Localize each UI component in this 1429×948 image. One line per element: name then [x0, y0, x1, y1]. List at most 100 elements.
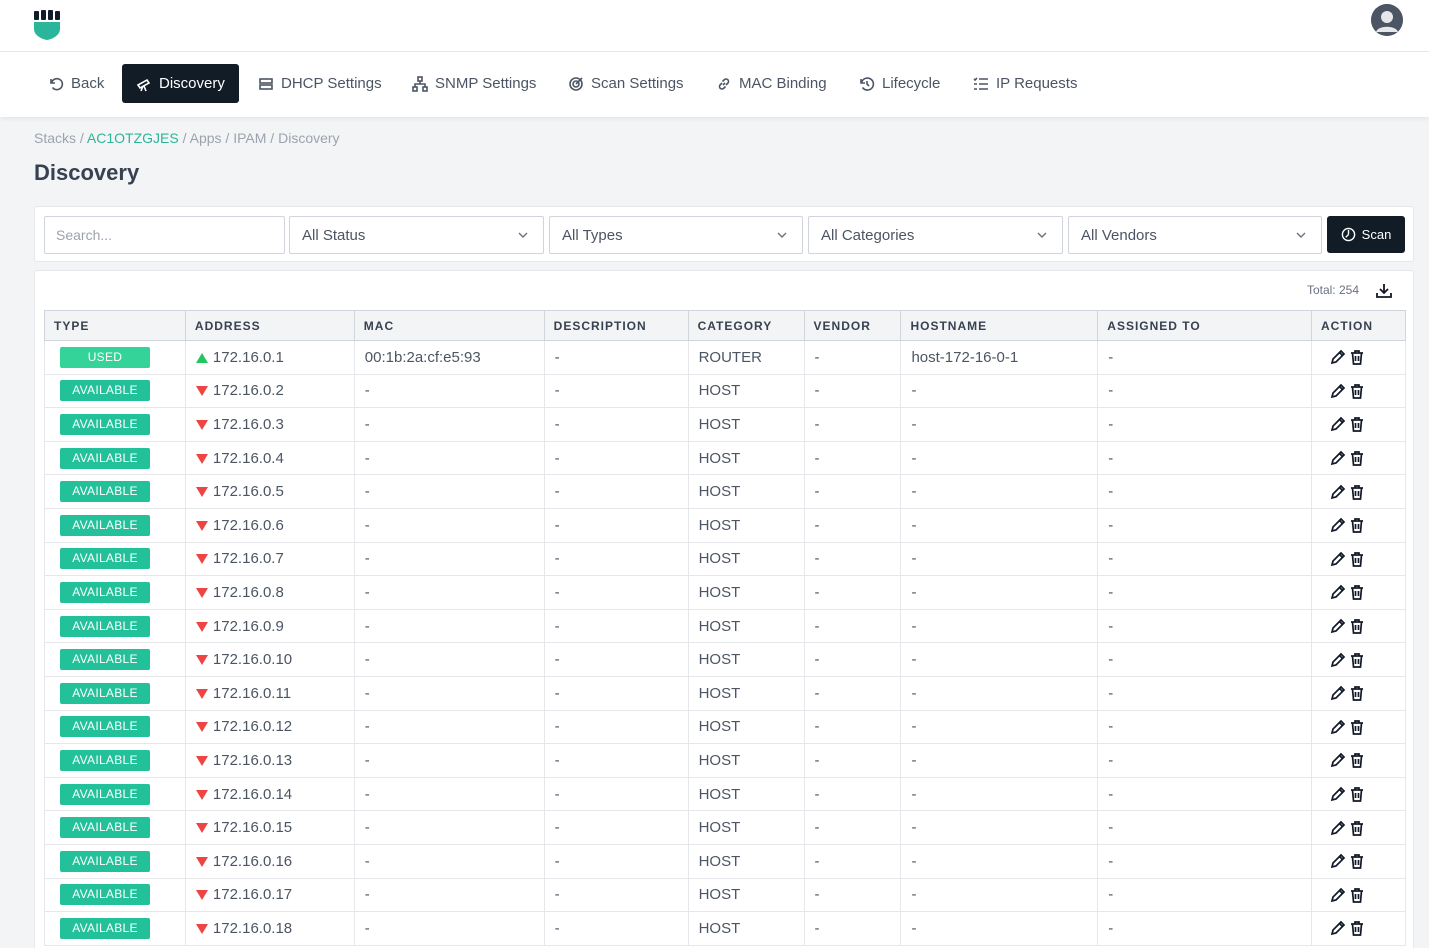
edit-icon[interactable] — [1330, 349, 1346, 365]
table-row[interactable]: AVAILABLE 172.16.0.17- - HOST - - - — [44, 877, 1407, 913]
breadcrumb-ipam[interactable]: IPAM — [233, 130, 266, 146]
categories-select[interactable]: All Categories — [808, 216, 1063, 254]
edit-icon[interactable] — [1330, 416, 1346, 432]
mac-cell: - — [353, 675, 545, 711]
vendors-select[interactable]: All Vendors — [1068, 216, 1322, 254]
column-header-hostname[interactable]: HOSTNAME — [900, 310, 1099, 341]
nav-mac-binding-tab[interactable]: MAC Binding — [704, 64, 839, 103]
table-row[interactable]: AVAILABLE 172.16.0.11- - HOST - - - — [44, 675, 1407, 711]
action-cell — [1310, 440, 1407, 476]
nav-label: Scan Settings — [591, 75, 684, 92]
edit-icon[interactable] — [1330, 820, 1346, 836]
table-row[interactable]: AVAILABLE 172.16.0.7- - HOST - - - — [44, 541, 1407, 577]
trash-icon[interactable] — [1349, 416, 1365, 433]
breadcrumb-stack-id[interactable]: AC1OTZGJES — [87, 130, 179, 146]
nav-back-button[interactable]: Back — [36, 64, 116, 103]
edit-icon[interactable] — [1330, 853, 1346, 869]
nav-dhcp-settings-tab[interactable]: DHCP Settings — [246, 64, 394, 103]
edit-icon[interactable] — [1330, 685, 1346, 701]
column-header-assigned-to[interactable]: ASSIGNED TO — [1097, 310, 1312, 341]
mac-cell: - — [353, 642, 545, 677]
assigned-to-cell: - — [1097, 373, 1312, 409]
type-cell: AVAILABLE — [44, 407, 186, 442]
radar-icon — [569, 76, 583, 91]
types-select[interactable]: All Types — [549, 216, 803, 254]
edit-icon[interactable] — [1330, 719, 1346, 735]
table-row[interactable]: AVAILABLE 172.16.0.15- - HOST - - - — [44, 810, 1407, 845]
edit-icon[interactable] — [1330, 450, 1346, 466]
table-row[interactable]: AVAILABLE 172.16.0.13- - HOST - - - — [44, 743, 1407, 778]
nav-lifecycle-tab[interactable]: Lifecycle — [847, 64, 952, 103]
column-header-address[interactable]: ADDRESS — [184, 310, 355, 341]
table-row[interactable]: AVAILABLE 172.16.0.5- - HOST - - - — [44, 474, 1407, 509]
type-cell: AVAILABLE — [44, 709, 186, 745]
table-row[interactable]: USED 172.16.0.1 00:1b:2a:cf:e5:93- ROUTER - h… — [44, 340, 1407, 375]
trash-icon[interactable] — [1349, 517, 1365, 534]
nav-ip-requests-tab[interactable]: IP Requests — [961, 64, 1089, 103]
status-down-icon — [195, 453, 208, 464]
table-row[interactable]: AVAILABLE 172.16.0.3- - HOST - - - — [44, 407, 1407, 442]
trash-icon[interactable] — [1349, 349, 1365, 366]
edit-icon[interactable] — [1330, 786, 1346, 802]
table-row[interactable]: AVAILABLE 172.16.0.14- - HOST - - - — [44, 776, 1407, 812]
table-row[interactable]: AVAILABLE 172.16.0.16- - HOST - - - — [44, 843, 1407, 879]
column-header-vendor[interactable]: VENDOR — [803, 310, 902, 341]
table-row[interactable]: AVAILABLE 172.16.0.10- - HOST - - - — [44, 642, 1407, 677]
trash-icon[interactable] — [1349, 786, 1365, 802]
action-cell — [1310, 810, 1407, 845]
mac-cell: - — [353, 911, 545, 946]
trash-icon[interactable] — [1349, 887, 1365, 903]
trash-icon[interactable] — [1349, 450, 1365, 466]
table-row[interactable]: AVAILABLE 172.16.0.9- - HOST - - - — [44, 608, 1407, 644]
table-row[interactable]: AVAILABLE 172.16.0.18- - HOST - - - — [44, 911, 1407, 946]
nav-discovery-tab[interactable]: Discovery — [122, 64, 239, 103]
status-select[interactable]: All Status — [289, 216, 544, 254]
trash-icon[interactable] — [1349, 484, 1365, 500]
trash-icon[interactable] — [1349, 584, 1365, 601]
edit-icon[interactable] — [1330, 383, 1346, 399]
table-row[interactable]: AVAILABLE 172.16.0.2- - HOST - - - — [44, 373, 1407, 409]
nav-scan-settings-tab[interactable]: Scan Settings — [556, 64, 696, 103]
edit-icon[interactable] — [1330, 920, 1346, 936]
edit-icon[interactable] — [1330, 887, 1346, 903]
status-down-icon — [195, 487, 208, 498]
category-cell: HOST — [687, 776, 805, 812]
trash-icon[interactable] — [1349, 652, 1365, 668]
edit-icon[interactable] — [1330, 584, 1346, 600]
user-avatar[interactable] — [1371, 4, 1403, 36]
trash-icon[interactable] — [1349, 920, 1365, 937]
edit-icon[interactable] — [1330, 652, 1346, 668]
address-cell: 172.16.0.7 — [184, 541, 355, 577]
edit-icon[interactable] — [1330, 752, 1346, 768]
breadcrumb-stacks[interactable]: Stacks — [34, 130, 76, 146]
table-row[interactable]: AVAILABLE 172.16.0.12- - HOST - - - — [44, 709, 1407, 745]
column-header-description[interactable]: DESCRIPTION — [543, 310, 689, 341]
edit-icon[interactable] — [1330, 484, 1346, 500]
trash-icon[interactable] — [1349, 618, 1365, 634]
column-header-type[interactable]: TYPE — [44, 310, 186, 341]
scan-button[interactable]: Scan — [1327, 216, 1405, 253]
breadcrumb-apps[interactable]: Apps — [190, 130, 222, 146]
trash-icon[interactable] — [1349, 820, 1365, 836]
row-actions — [1330, 484, 1405, 500]
logo-icon[interactable] — [33, 9, 63, 41]
table-row[interactable]: AVAILABLE 172.16.0.8- - HOST - - - — [44, 575, 1407, 610]
download-icon[interactable] — [1375, 283, 1393, 299]
trash-icon[interactable] — [1349, 719, 1365, 735]
column-header-mac[interactable]: MAC — [353, 310, 545, 341]
edit-icon[interactable] — [1330, 618, 1346, 634]
search-input[interactable] — [44, 216, 285, 254]
trash-icon[interactable] — [1349, 685, 1365, 702]
category-cell: HOST — [687, 810, 805, 845]
description-cell: - — [543, 507, 689, 543]
edit-icon[interactable] — [1330, 517, 1346, 533]
trash-icon[interactable] — [1349, 551, 1365, 567]
nav-snmp-settings-tab[interactable]: SNMP Settings — [400, 64, 548, 103]
edit-icon[interactable] — [1330, 551, 1346, 567]
trash-icon[interactable] — [1349, 383, 1365, 399]
column-header-category[interactable]: CATEGORY — [687, 310, 805, 341]
trash-icon[interactable] — [1349, 752, 1365, 769]
table-row[interactable]: AVAILABLE 172.16.0.4- - HOST - - - — [44, 440, 1407, 476]
trash-icon[interactable] — [1349, 853, 1365, 870]
table-row[interactable]: AVAILABLE 172.16.0.6- - HOST - - - — [44, 507, 1407, 543]
